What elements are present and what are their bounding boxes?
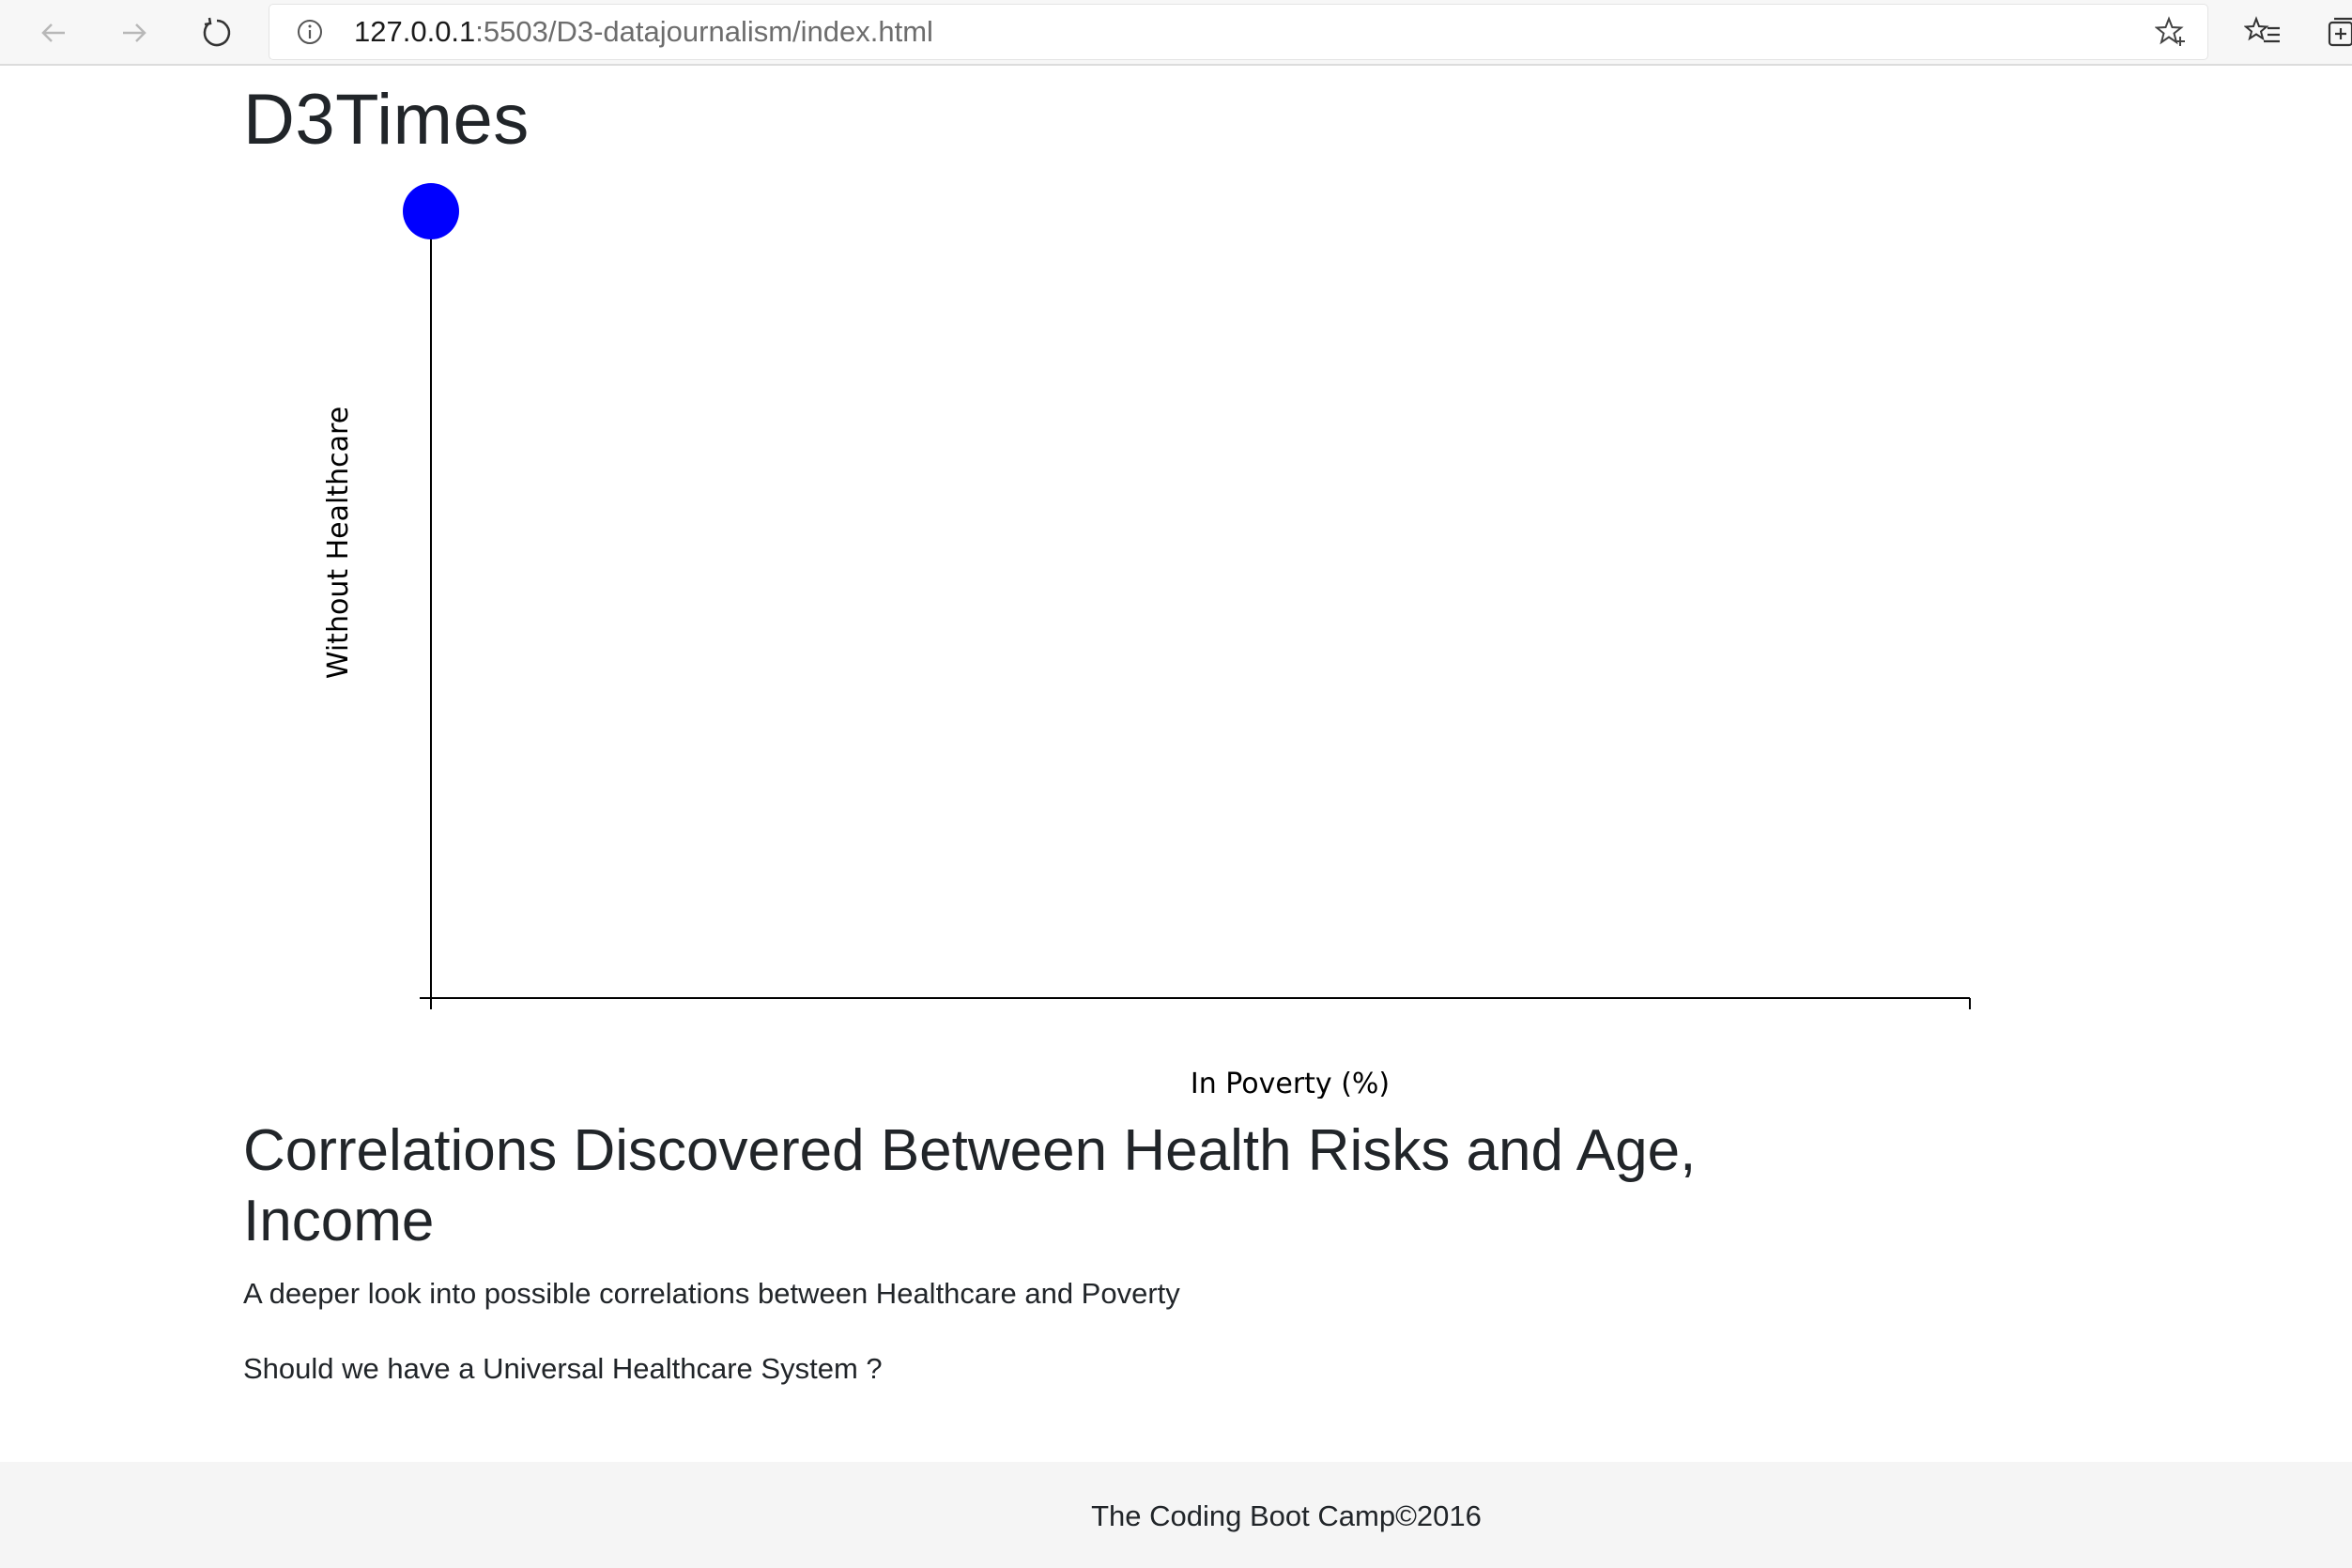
y-axis-label: Without Healthcare	[322, 407, 355, 679]
back-button[interactable]	[28, 8, 79, 58]
url-host: 127.0.0.1	[354, 15, 476, 48]
browser-toolbar: 127.0.0.1:5503/D3-datajournalism/index.h…	[0, 0, 2352, 66]
arrow-right-icon	[123, 23, 146, 42]
url-text[interactable]: 127.0.0.1:5503/D3-datajournalism/index.h…	[354, 15, 933, 49]
info-icon[interactable]	[296, 18, 324, 46]
address-bar[interactable]: 127.0.0.1:5503/D3-datajournalism/index.h…	[269, 5, 2207, 59]
footer: The Coding Boot Camp©2016	[0, 1462, 2352, 1568]
points-layer	[403, 183, 459, 239]
y-axis	[420, 211, 432, 1007]
refresh-icon	[203, 17, 231, 47]
forward-button[interactable]	[109, 8, 160, 58]
article-heading: Correlations Discovered Between Health R…	[243, 1118, 1697, 1253]
x-axis	[430, 997, 1971, 1009]
footer-text: The Coding Boot Camp©2016	[1091, 1499, 1482, 1532]
scatter-chart: Without Healthcare In Poverty (%)	[322, 183, 1971, 1099]
article-question: Should we have a Universal Healthcare Sy…	[243, 1352, 883, 1385]
star-add-icon[interactable]	[2155, 16, 2187, 48]
collections-icon[interactable]	[2324, 13, 2352, 51]
arrow-left-icon	[41, 23, 65, 42]
favorites-list-icon[interactable]	[2244, 13, 2282, 51]
article-subtitle: A deeper look into possible correlations…	[243, 1277, 1180, 1310]
data-point[interactable]	[403, 183, 459, 239]
refresh-button[interactable]	[192, 8, 242, 58]
url-path: :5503/D3-datajournalism/index.html	[475, 15, 933, 48]
x-axis-label: In Poverty (%)	[1191, 1068, 1390, 1099]
